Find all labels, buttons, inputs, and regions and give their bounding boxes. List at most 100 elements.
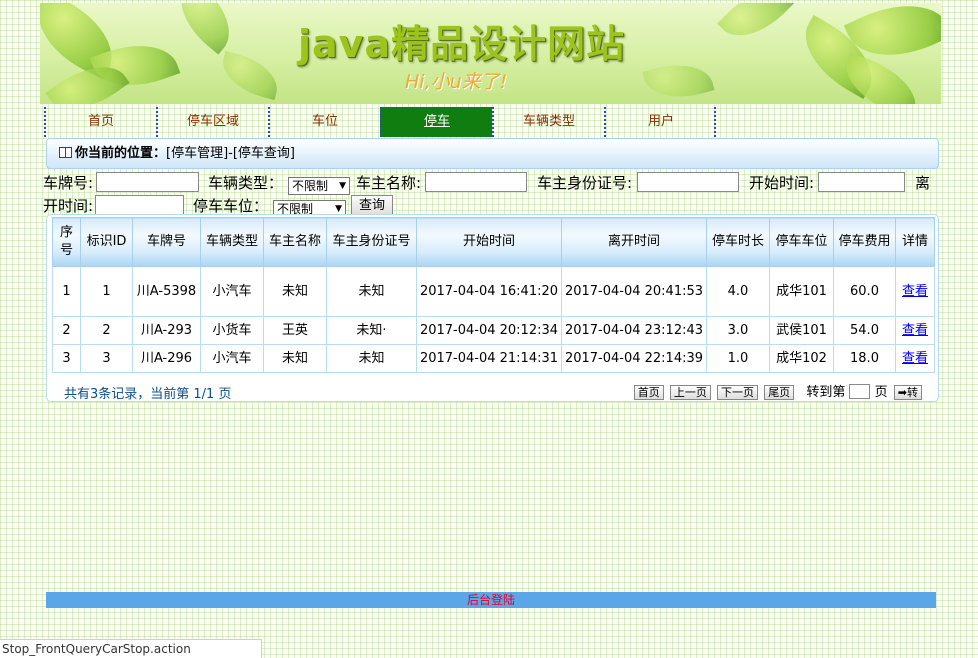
car-type-select[interactable]: 不限制 ▼: [288, 176, 350, 195]
cell-leave-time: 2017-04-04 22:14:39: [561, 344, 707, 373]
cell-owner: 未知: [263, 344, 327, 373]
col-header-car-type: 车辆类型: [200, 217, 264, 267]
site-banner: java精品设计网站 Hi,小u来了!: [40, 3, 941, 104]
site-title: java精品设计网站: [298, 22, 626, 66]
cell-fee: 60.0: [833, 266, 896, 317]
cell-fee: 18.0: [833, 344, 896, 373]
col-header-plate: 车牌号: [132, 217, 201, 267]
owner-id-label: 车主身份证号:: [537, 174, 633, 192]
parking-table: 序号 标识ID 车牌号 车辆类型 车主名称 车主身份证号 开始时间 离开时间 停…: [52, 217, 935, 373]
cell-owner-id: 未知: [326, 266, 417, 317]
cell-seq: 1: [52, 266, 81, 317]
cell-seq: 3: [52, 344, 81, 373]
col-header-detail: 详情: [895, 217, 935, 267]
cell-detail: 查看: [895, 266, 935, 317]
table-row: 2 2 川A-293 小货车 王英 未知· 2017-04-04 20:12:3…: [52, 316, 935, 345]
cell-start-time: 2017-04-04 20:12:34: [416, 316, 562, 345]
nav-item-vehicle-type[interactable]: 车辆类型: [492, 107, 604, 137]
main-nav: 首页 停车区域 车位 停车 车辆类型 用户: [40, 107, 941, 138]
leaf-decoration: [164, 3, 246, 55]
cell-plate: 川A-293: [132, 316, 201, 345]
car-type-select-value: 不限制: [292, 178, 329, 193]
cell-car-type: 小汽车: [200, 344, 264, 373]
prev-page-button[interactable]: 上一页: [669, 385, 711, 400]
admin-login-link[interactable]: 后台登陆: [46, 592, 936, 608]
page-unit-label: 页: [874, 385, 888, 400]
book-icon: [59, 147, 72, 158]
leaf-decoration: [216, 50, 284, 101]
cell-car-type: 小汽车: [200, 266, 264, 317]
pager-controls: 首页 上一页 下一页 尾页 转到第 页 ➡转: [632, 381, 922, 400]
page-container: java精品设计网站 Hi,小u来了! 首页 停车区域 车位 停车 车辆类型 用…: [40, 3, 941, 138]
view-detail-link[interactable]: 查看: [902, 323, 928, 338]
leave-time-input[interactable]: [95, 195, 184, 215]
nav-item-parking[interactable]: 停车: [380, 107, 492, 137]
cell-duration: 1.0: [706, 344, 770, 373]
cell-fee: 54.0: [833, 316, 896, 345]
cell-plate: 川A-296: [132, 344, 201, 373]
cell-owner: 王英: [263, 316, 327, 345]
view-detail-link[interactable]: 查看: [902, 351, 928, 366]
leaf-decoration: [642, 55, 715, 104]
leaf-decoration: [836, 52, 926, 104]
cell-spot: 武侯101: [769, 316, 834, 345]
last-page-button[interactable]: 尾页: [764, 385, 795, 400]
cell-leave-time: 2017-04-04 20:41:53: [561, 266, 707, 317]
nav-item-home[interactable]: 首页: [44, 107, 156, 137]
car-type-label: 车辆类型：: [208, 174, 284, 192]
cell-start-time: 2017-04-04 21:14:31: [416, 344, 562, 373]
owner-input[interactable]: [425, 172, 527, 192]
dropdown-arrow-icon: ▼: [339, 180, 346, 191]
col-header-seq: 序号: [52, 217, 81, 267]
plate-label: 车牌号:: [43, 174, 94, 192]
cell-car-type: 小货车: [200, 316, 264, 345]
owner-id-input[interactable]: [637, 172, 739, 192]
col-header-owner-id: 车主身份证号: [326, 217, 417, 267]
nav-item-parking-spot[interactable]: 车位: [268, 107, 380, 137]
breadcrumb-label: 你当前的位置：: [75, 146, 167, 161]
nav-item-user[interactable]: 用户: [604, 107, 716, 137]
site-subtitle: Hi,小u来了!: [405, 71, 508, 93]
search-form: 车牌号: 车辆类型： 不限制 ▼ 车主名称: 车主身份证号: 开始时间: 离 开时…: [43, 172, 938, 218]
col-header-duration: 停车时长: [706, 217, 770, 267]
cell-spot: 成华102: [769, 344, 834, 373]
cell-detail: 查看: [895, 316, 935, 345]
owner-label: 车主名称:: [356, 174, 422, 192]
cell-owner-id: 未知·: [326, 316, 417, 345]
next-page-button[interactable]: 下一页: [717, 385, 759, 400]
cell-spot: 成华101: [769, 266, 834, 317]
col-header-start-time: 开始时间: [416, 217, 562, 267]
table-header-row: 序号 标识ID 车牌号 车辆类型 车主名称 车主身份证号 开始时间 离开时间 停…: [52, 217, 935, 267]
col-header-spot: 停车车位: [769, 217, 834, 267]
col-header-owner: 车主名称: [263, 217, 327, 267]
cell-duration: 3.0: [706, 316, 770, 345]
col-header-fee: 停车费用: [833, 217, 896, 267]
cell-duration: 4.0: [706, 266, 770, 317]
col-header-leave-time: 离开时间: [561, 217, 707, 267]
col-header-id: 标识ID: [80, 217, 133, 267]
search-row-1: 车牌号: 车辆类型： 不限制 ▼ 车主名称: 车主身份证号: 开始时间: 离: [43, 172, 938, 195]
results-panel: 序号 标识ID 车牌号 车辆类型 车主名称 车主身份证号 开始时间 离开时间 停…: [46, 214, 939, 402]
breadcrumb-path: [停车管理]-[停车查询]: [166, 146, 295, 161]
cell-id: 3: [80, 344, 133, 373]
nav-item-parking-area[interactable]: 停车区域: [156, 107, 268, 137]
start-time-input[interactable]: [818, 172, 905, 192]
table-row: 3 3 川A-296 小汽车 未知 未知 2017-04-04 21:14:31…: [52, 344, 935, 373]
cell-id: 1: [80, 266, 133, 317]
cell-detail: 查看: [895, 344, 935, 373]
goto-label: 转到第: [806, 385, 846, 400]
cell-id: 2: [80, 316, 133, 345]
first-page-button[interactable]: 首页: [633, 385, 664, 400]
cell-seq: 2: [52, 316, 81, 345]
cell-owner: 未知: [263, 266, 327, 317]
leaf-decoration: [717, 3, 795, 52]
leave-time-label-start: 离: [915, 174, 931, 192]
status-bar-url: Stop_FrontQueryCarStop.action: [0, 639, 262, 658]
view-detail-link[interactable]: 查看: [902, 284, 928, 299]
table-row: 1 1 川A-5398 小汽车 未知 未知 2017-04-04 16:41:2…: [52, 266, 935, 317]
go-button[interactable]: ➡转: [893, 385, 922, 400]
nav-divider: [714, 107, 716, 137]
goto-page-input[interactable]: [849, 384, 871, 399]
cell-plate: 川A-5398: [132, 266, 201, 317]
plate-input[interactable]: [96, 172, 199, 192]
